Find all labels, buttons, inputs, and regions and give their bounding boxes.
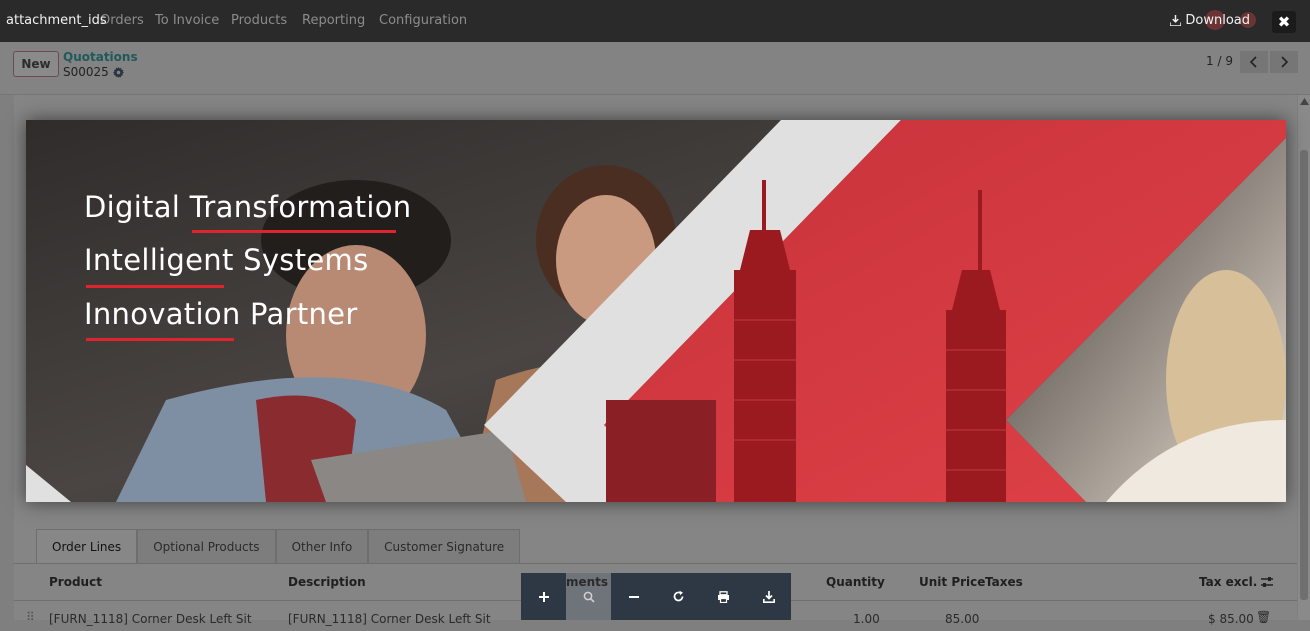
viewer-toolbar [521, 573, 791, 620]
zoom-in-button[interactable] [521, 573, 566, 620]
print-icon [718, 590, 729, 603]
viewer-title: attachment_ids [6, 13, 107, 28]
print-button[interactable] [701, 573, 746, 620]
headline-underline [86, 338, 234, 341]
rotate-button[interactable] [656, 573, 701, 620]
headline-underline [86, 285, 224, 288]
zoom-in-icon [538, 591, 549, 602]
close-button[interactable]: ✖ [1272, 11, 1296, 33]
rotate-icon [673, 590, 684, 602]
search-icon [583, 591, 595, 603]
download-icon [762, 590, 775, 603]
banner-headline-1: Digital Transformation [84, 190, 412, 224]
download-label: Download [1185, 13, 1250, 28]
close-icon: ✖ [1277, 13, 1291, 31]
download-image-button[interactable] [746, 573, 791, 620]
banner-headline-3: Innovation Partner [84, 297, 358, 331]
zoom-out-button[interactable] [611, 573, 656, 620]
zoom-out-icon [628, 595, 639, 598]
column-fragment: ments [566, 575, 609, 589]
headline-underline [192, 230, 396, 233]
download-icon [1170, 15, 1182, 26]
banner-headline-2: Intelligent Systems [84, 243, 369, 277]
viewer-header: attachment_ids Download ✖ [0, 0, 1310, 42]
download-button[interactable]: Download [1170, 13, 1250, 28]
attachment-image: Digital Transformation Intelligent Syste… [26, 120, 1286, 502]
